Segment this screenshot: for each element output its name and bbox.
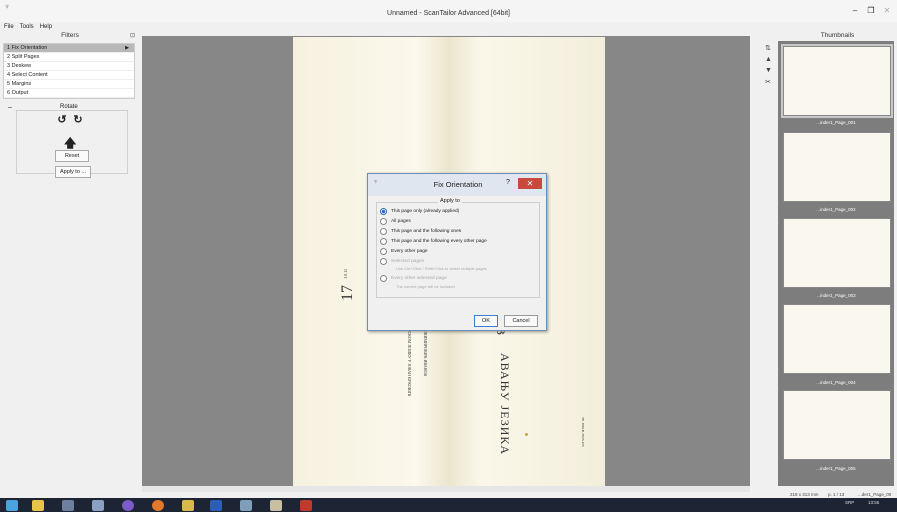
radio[interactable] [380, 217, 387, 225]
option-all-pages[interactable]: All pages [380, 217, 411, 225]
app-icon-3[interactable] [182, 500, 194, 511]
thumbnail-label: ...inder1_Page_001 [816, 120, 856, 125]
radio-checked[interactable] [380, 207, 387, 215]
thumbnail-item[interactable] [783, 390, 891, 460]
page-mark [525, 433, 528, 436]
thumbnails-header: Thumbnails [820, 32, 855, 39]
rotate-left-icon[interactable]: ↺ [56, 114, 68, 126]
apply-to-button[interactable]: Apply to ... [55, 166, 91, 178]
menu-tools[interactable]: Tools [20, 24, 34, 32]
help-button[interactable]: ? [506, 179, 510, 186]
maximize-button[interactable]: ❐ [864, 6, 878, 16]
filters-header: Filters [61, 32, 79, 39]
thumbnail-label: ...inder1_Page_004 [816, 380, 856, 385]
filter-item-output[interactable]: 6 Output [4, 89, 134, 98]
radio[interactable] [380, 227, 387, 235]
language-indicator[interactable]: SRP [845, 500, 854, 505]
app-icon-1[interactable] [62, 500, 74, 511]
footer-code: ТЕ. ПРАВ. 8905.105 [581, 417, 585, 447]
radio [380, 257, 387, 265]
option-this-page[interactable]: This page only (already applied) [380, 207, 459, 215]
rotate-title: Rotate [58, 104, 80, 110]
rotate-right-icon[interactable]: ↻ [72, 114, 84, 126]
thumbnail-item[interactable] [783, 304, 891, 374]
down-triangle-icon[interactable]: ▼ [765, 67, 772, 74]
dialog-app-icon: ♆ [373, 179, 379, 186]
menu-help[interactable]: Help [40, 24, 52, 32]
reset-button[interactable]: Reset [55, 150, 89, 162]
filter-item-deskew[interactable]: 3 Deskew [4, 62, 134, 71]
filter-item-split-pages[interactable]: 2 Split Pages [4, 53, 134, 62]
app-icon-2[interactable] [92, 500, 104, 511]
status-page: p. 1 / 13 [828, 492, 845, 497]
undock-icon[interactable]: ⊡ [130, 32, 135, 39]
minimize-button[interactable]: – [848, 6, 862, 16]
thumbnail-label: ...inder1_Page_003 [816, 293, 856, 298]
firefox-icon[interactable] [152, 500, 164, 511]
clock[interactable]: 13:55 [868, 500, 879, 505]
option-every-other-page[interactable]: Every other page [380, 247, 428, 255]
thumbnail-item[interactable] [783, 132, 891, 202]
apply-to-title: Apply to [438, 198, 462, 204]
sort-icon[interactable]: ⇅ [765, 44, 771, 52]
close-button[interactable]: ✕ [880, 6, 894, 16]
scantailor-icon[interactable] [270, 500, 282, 511]
horizontal-scrollbar[interactable] [142, 486, 750, 492]
dialog-close-button[interactable]: ✕ [518, 178, 542, 189]
option-selected-pages: Selected pages [380, 257, 424, 265]
thumbnail-item[interactable] [781, 44, 893, 118]
page-number: 17 [339, 285, 356, 301]
radio[interactable] [380, 237, 387, 245]
cancel-button[interactable]: Cancel [504, 315, 538, 327]
filter-item-select-content[interactable]: 4 Select Content [4, 71, 134, 80]
window-title: Unnamed - ScanTailor Advanced [64bit] [387, 10, 510, 17]
app-icon-5[interactable] [300, 500, 312, 511]
heading-text: АВАЊУ ЈЕЗИКА [498, 353, 512, 456]
up-triangle-icon[interactable]: ▲ [765, 56, 772, 63]
author-line-2: НОВИМИРОВИЋ ИВАНОВ [423, 327, 428, 377]
title-bar: ♆ Unnamed - ScanTailor Advanced [64bit] … [0, 0, 897, 22]
filter-list: 1 Fix Orientation ▶ 2 Split Pages 3 Deske… [3, 43, 135, 99]
option-every-other-selected: Every other selected page [380, 274, 447, 282]
thumbnail-label: ...inder1_Page_002 [816, 207, 856, 212]
selected-pages-hint: Use Ctrl+Click / Shift+Click to select m… [396, 266, 487, 271]
viber-icon[interactable] [122, 500, 134, 511]
thumbnail-label: ...inder1_Page_005 [816, 466, 856, 471]
page-number-sub: 1.0.11 [343, 269, 348, 279]
taskbar [0, 498, 897, 512]
dialog-title: Fix Orientation [433, 180, 483, 189]
filter-item-margins[interactable]: 5 Margins [4, 80, 134, 89]
word-icon[interactable] [210, 500, 222, 511]
radio[interactable] [380, 247, 387, 255]
file-explorer-icon[interactable] [32, 500, 44, 511]
app-icon-4[interactable] [240, 500, 252, 511]
collapse-icon[interactable]: – [8, 104, 12, 111]
every-other-hint: The current page will be included [396, 284, 455, 289]
filter-item-fix-orientation[interactable]: 1 Fix Orientation ▶ [4, 44, 134, 53]
ok-button[interactable]: OK [474, 315, 498, 327]
status-dimensions: 218 x 313 mm [790, 492, 819, 497]
fix-orientation-dialog: ♆ Fix Orientation ? ✕ Apply to This page… [367, 173, 547, 331]
status-file: ...der1_Page_00 [858, 492, 892, 497]
radio [380, 274, 387, 282]
play-icon[interactable]: ▶ [125, 44, 129, 52]
cut-icon[interactable]: ✂ [765, 78, 771, 86]
option-this-and-following[interactable]: This page and the following ones [380, 227, 461, 235]
windows-start-icon[interactable] [6, 500, 18, 511]
thumbnail-item[interactable] [783, 218, 891, 288]
menu-file[interactable]: File [4, 24, 14, 32]
menu-bar: File Tools Help [4, 24, 52, 32]
option-this-and-every-other[interactable]: This page and the following every other … [380, 237, 487, 245]
